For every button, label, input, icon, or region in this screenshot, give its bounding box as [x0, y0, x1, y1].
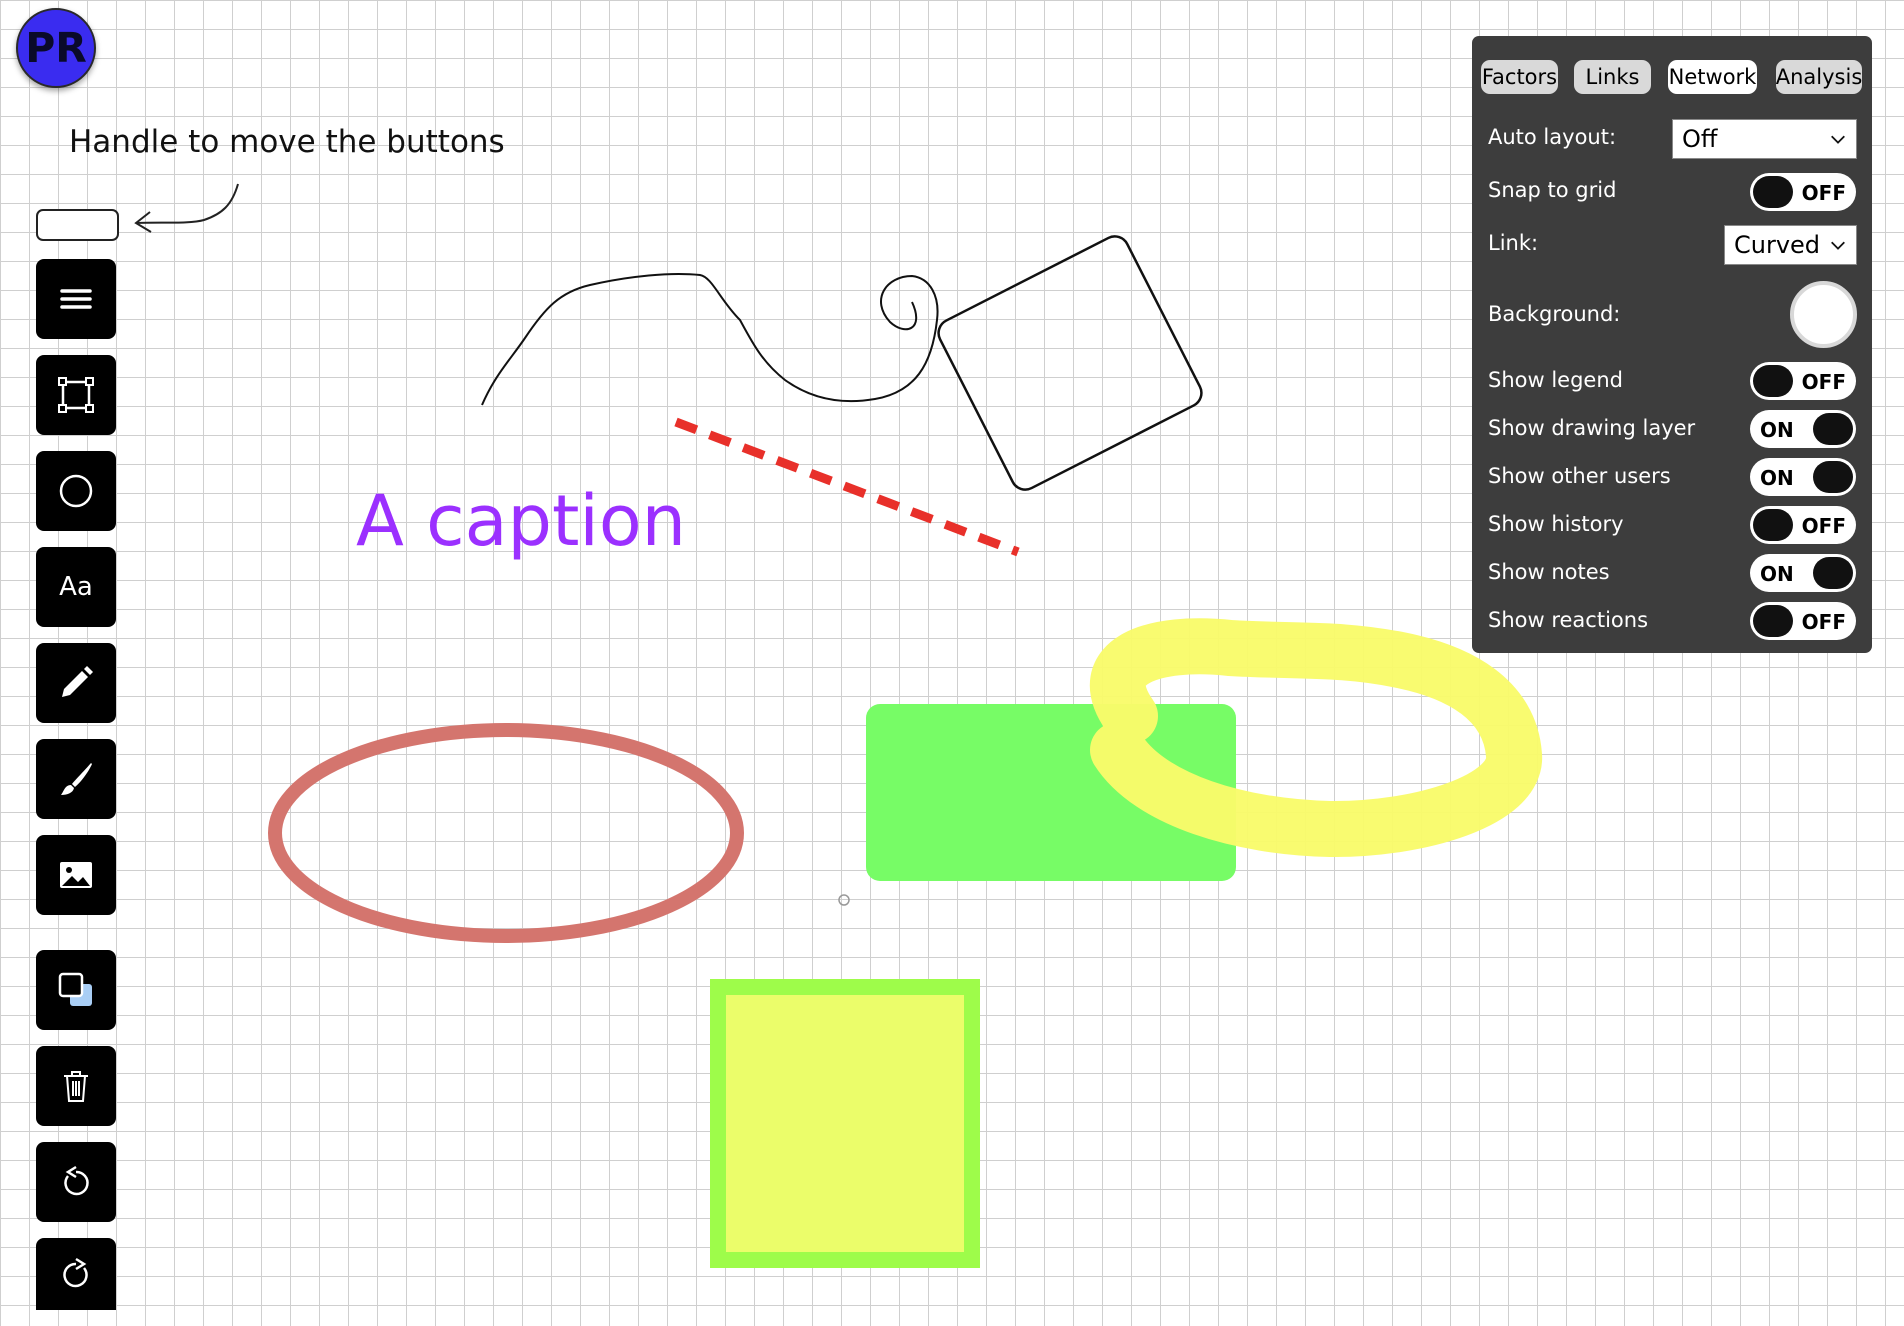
toggle-state: OFF [1801, 370, 1846, 394]
toggle-knob [1813, 413, 1853, 445]
auto-layout-select[interactable]: Off [1672, 119, 1857, 159]
show-drawing-layer-label: Show drawing layer [1488, 416, 1696, 440]
redo-button[interactable] [36, 1238, 116, 1310]
red-ellipse[interactable] [268, 723, 744, 943]
circle-icon [59, 474, 93, 508]
toggle-state: ON [1760, 418, 1794, 442]
text-icon: Aa [59, 572, 93, 602]
auto-layout-label: Auto layout: [1488, 125, 1617, 149]
show-notes-label: Show notes [1488, 560, 1610, 584]
rectangle-select-icon [58, 377, 94, 413]
toggle-knob [1753, 605, 1793, 637]
freehand-curve[interactable] [481, 273, 939, 406]
handle-arrow [136, 183, 239, 224]
chevron-down-icon [1831, 241, 1845, 250]
pencil-tool-button[interactable] [36, 643, 116, 723]
canvas-caption[interactable]: A caption [356, 480, 686, 562]
toggle-state: OFF [1801, 610, 1846, 634]
tab-links[interactable]: Links [1574, 60, 1651, 94]
show-history-toggle[interactable]: OFF [1750, 506, 1856, 544]
show-history-label: Show history [1488, 512, 1624, 536]
show-legend-label: Show legend [1488, 368, 1623, 392]
show-reactions-toggle[interactable]: OFF [1750, 602, 1856, 640]
image-tool-button[interactable] [36, 835, 116, 915]
brush-icon [61, 763, 92, 795]
redo-icon [63, 1257, 88, 1288]
toggle-state: ON [1760, 562, 1794, 586]
circle-tool-button[interactable] [36, 451, 116, 531]
show-reactions-label: Show reactions [1488, 608, 1649, 632]
toolbar-drag-handle[interactable] [36, 209, 119, 241]
rotated-rectangle[interactable] [934, 232, 1206, 495]
toggle-state: OFF [1801, 181, 1846, 205]
handle-annotation: Handle to move the buttons [69, 124, 505, 160]
snap-to-grid-label: Snap to grid [1488, 178, 1617, 202]
link-style-select[interactable]: Curved [1724, 225, 1857, 265]
yellow-rectangle[interactable] [710, 979, 980, 1268]
bring-to-front-button[interactable] [36, 950, 116, 1030]
tab-analysis[interactable]: Analysis [1776, 60, 1862, 94]
show-drawing-layer-toggle[interactable]: ON [1750, 410, 1856, 448]
user-avatar[interactable]: PR [16, 8, 96, 88]
link-style-value: Curved [1734, 231, 1821, 259]
toggle-knob [1753, 176, 1793, 208]
toggle-knob [1813, 557, 1853, 589]
chevron-down-icon [1831, 135, 1845, 144]
hamburger-menu-icon [60, 289, 92, 309]
toggle-knob [1753, 509, 1793, 541]
toggle-state: ON [1760, 466, 1794, 490]
dashed-line[interactable] [674, 417, 1020, 557]
show-other-users-toggle[interactable]: ON [1750, 458, 1856, 496]
link-label: Link: [1488, 231, 1539, 255]
show-notes-toggle[interactable]: ON [1750, 554, 1856, 592]
anchor-point[interactable] [838, 894, 850, 906]
background-color-swatch[interactable] [1790, 281, 1857, 348]
rectangle-tool-button[interactable] [36, 355, 116, 435]
show-legend-toggle[interactable]: OFF [1750, 362, 1856, 400]
undo-icon [64, 1165, 89, 1196]
undo-button[interactable] [36, 1142, 116, 1222]
show-other-users-label: Show other users [1488, 464, 1671, 488]
toggle-state: OFF [1801, 514, 1846, 538]
tab-factors[interactable]: Factors [1481, 60, 1558, 94]
text-tool-button[interactable]: Aa [36, 547, 116, 627]
background-label: Background: [1488, 302, 1621, 326]
layers-icon [58, 972, 92, 1006]
brush-tool-button[interactable] [36, 739, 116, 819]
trash-icon [64, 1071, 88, 1102]
image-icon [60, 862, 92, 888]
toggle-knob [1813, 461, 1853, 493]
settings-panel: Factors Links Network Analysis Auto layo… [1472, 36, 1872, 653]
snap-to-grid-toggle[interactable]: OFF [1750, 173, 1856, 211]
pencil-icon [62, 666, 93, 697]
auto-layout-value: Off [1682, 125, 1718, 153]
delete-button[interactable] [36, 1046, 116, 1126]
menu-button[interactable] [36, 259, 116, 339]
tab-network[interactable]: Network [1668, 60, 1757, 94]
toggle-knob [1753, 365, 1793, 397]
